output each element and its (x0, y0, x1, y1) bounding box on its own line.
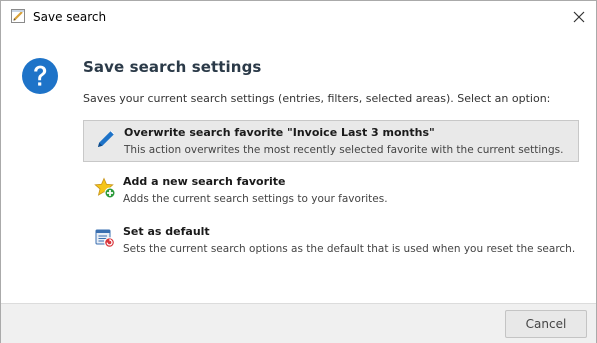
close-icon (573, 8, 585, 27)
option-overwrite-favorite[interactable]: Overwrite search favorite "Invoice Last … (83, 120, 579, 162)
option-description: Adds the current search settings to your… (123, 193, 388, 205)
star-add-icon (94, 177, 116, 199)
option-set-default[interactable]: Set as default Sets the current search o… (83, 220, 579, 262)
option-title: Set as default (123, 225, 210, 238)
option-add-favorite[interactable]: Add a new search favorite Adds the curre… (83, 170, 579, 212)
set-default-icon (94, 227, 116, 249)
option-description: This action overwrites the most recently… (124, 144, 564, 156)
option-title: Overwrite search favorite "Invoice Last … (124, 126, 435, 139)
edit-document-icon (10, 8, 26, 24)
save-search-dialog: Save search Save search settings Saves y… (0, 0, 597, 343)
option-description: Sets the current search options as the d… (123, 243, 576, 255)
question-icon (21, 57, 59, 95)
window-title: Save search (33, 10, 107, 24)
dialog-instructions: Saves your current search settings (entr… (83, 92, 551, 105)
dialog-heading: Save search settings (83, 58, 262, 76)
cancel-button[interactable]: Cancel (505, 310, 587, 338)
dialog-footer: Cancel (1, 303, 596, 343)
title-bar: Save search (1, 1, 596, 32)
pencil-icon (95, 128, 117, 150)
option-title: Add a new search favorite (123, 175, 286, 188)
close-button[interactable] (566, 5, 592, 29)
